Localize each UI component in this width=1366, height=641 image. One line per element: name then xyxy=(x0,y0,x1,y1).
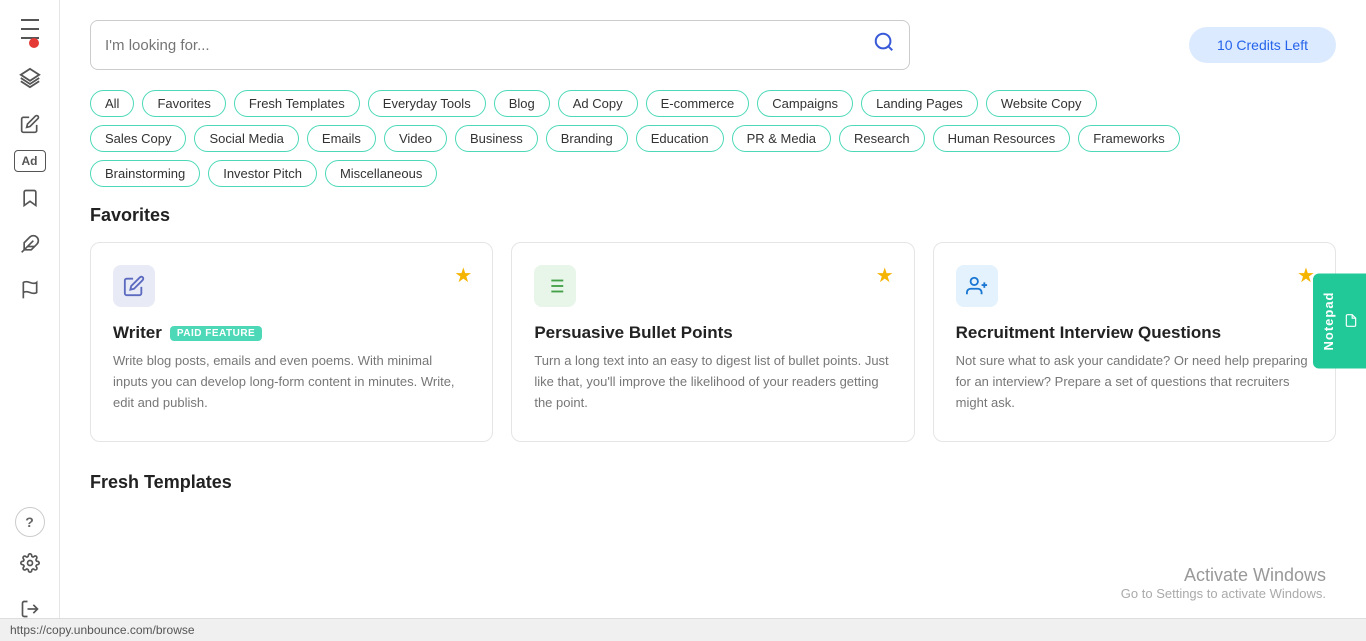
search-bar[interactable] xyxy=(90,20,910,70)
notepad-tab[interactable]: Notepad xyxy=(1313,273,1366,368)
tag-education[interactable]: Education xyxy=(636,125,724,152)
tag-investor-pitch[interactable]: Investor Pitch xyxy=(208,160,317,187)
tag-emails[interactable]: Emails xyxy=(307,125,376,152)
status-url: https://copy.unbounce.com/browse xyxy=(10,623,195,637)
tag-landing-pages[interactable]: Landing Pages xyxy=(861,90,978,117)
writer-title: Writer PAID FEATURE xyxy=(113,323,470,343)
activation-subtitle: Go to Settings to activate Windows. xyxy=(1121,586,1326,601)
tag-pr-media[interactable]: PR & Media xyxy=(732,125,831,152)
sidebar-item-layers[interactable] xyxy=(10,58,50,98)
recruitment-desc: Not sure what to ask your candidate? Or … xyxy=(956,351,1313,413)
tag-ecommerce[interactable]: E-commerce xyxy=(646,90,750,117)
tag-human-resources[interactable]: Human Resources xyxy=(933,125,1071,152)
bullet-title: Persuasive Bullet Points xyxy=(534,323,891,343)
favorites-cards: ★ Writer PAID FEATURE Write blog posts, … xyxy=(90,242,1336,442)
card-writer[interactable]: ★ Writer PAID FEATURE Write blog posts, … xyxy=(90,242,493,442)
tag-miscellaneous[interactable]: Miscellaneous xyxy=(325,160,437,187)
fresh-templates-title: Fresh Templates xyxy=(90,472,1336,493)
favorites-title: Favorites xyxy=(90,205,1336,226)
fresh-templates-section: Fresh Templates xyxy=(90,472,1336,493)
tag-ad-copy[interactable]: Ad Copy xyxy=(558,90,638,117)
tag-fresh-templates[interactable]: Fresh Templates xyxy=(234,90,360,117)
tag-blog[interactable]: Blog xyxy=(494,90,550,117)
recruitment-icon xyxy=(956,265,998,307)
tag-video[interactable]: Video xyxy=(384,125,447,152)
tag-website-copy[interactable]: Website Copy xyxy=(986,90,1097,117)
sidebar-item-edit[interactable] xyxy=(10,104,50,144)
credits-badge: 10 Credits Left xyxy=(1189,27,1336,63)
writer-star[interactable]: ★ xyxy=(454,263,472,288)
status-bar: https://copy.unbounce.com/browse xyxy=(0,618,1366,641)
tag-social-media[interactable]: Social Media xyxy=(194,125,298,152)
writer-icon xyxy=(113,265,155,307)
tag-business[interactable]: Business xyxy=(455,125,538,152)
sidebar-item-ad[interactable]: Ad xyxy=(14,150,46,172)
search-credits-row: 10 Credits Left xyxy=(90,20,1336,70)
card-persuasive-bullet-points[interactable]: ★ Persuasive Bullet Points Turn a long t… xyxy=(511,242,914,442)
sidebar: Ad ? xyxy=(0,0,60,641)
tag-all[interactable]: All xyxy=(90,90,134,117)
tag-research[interactable]: Research xyxy=(839,125,925,152)
notepad-label: Notepad xyxy=(1321,291,1336,350)
sidebar-item-settings[interactable] xyxy=(10,543,50,583)
sidebar-item-plugin[interactable] xyxy=(10,224,50,264)
sidebar-item-help[interactable]: ? xyxy=(15,507,45,537)
sidebar-item-menu[interactable] xyxy=(10,12,50,52)
bullet-star[interactable]: ★ xyxy=(876,263,894,288)
main-content: 10 Credits Left All Favorites Fresh Temp… xyxy=(60,0,1366,641)
activation-title: Activate Windows xyxy=(1121,565,1326,586)
sidebar-item-flag[interactable] xyxy=(10,270,50,310)
activation-watermark: Activate Windows Go to Settings to activ… xyxy=(1121,565,1326,601)
tags-row-2: Sales Copy Social Media Emails Video Bus… xyxy=(90,125,1336,152)
recruitment-title: Recruitment Interview Questions xyxy=(956,323,1313,343)
bullet-desc: Turn a long text into an easy to digest … xyxy=(534,351,891,413)
tag-favorites[interactable]: Favorites xyxy=(142,90,225,117)
tags-row-3: Brainstorming Investor Pitch Miscellaneo… xyxy=(90,160,1336,187)
favorites-section: Favorites ★ Writer PAID FEATURE Write bl… xyxy=(90,205,1336,442)
notepad-icon xyxy=(1344,314,1358,328)
tags-section: All Favorites Fresh Templates Everyday T… xyxy=(90,90,1336,187)
sidebar-item-bookmark[interactable] xyxy=(10,178,50,218)
search-input[interactable] xyxy=(105,37,873,54)
tags-row-1: All Favorites Fresh Templates Everyday T… xyxy=(90,90,1336,117)
bullet-points-icon xyxy=(534,265,576,307)
paid-badge: PAID FEATURE xyxy=(170,326,262,341)
tag-branding[interactable]: Branding xyxy=(546,125,628,152)
tag-everyday-tools[interactable]: Everyday Tools xyxy=(368,90,486,117)
ad-label: Ad xyxy=(22,154,38,168)
tag-brainstorming[interactable]: Brainstorming xyxy=(90,160,200,187)
writer-desc: Write blog posts, emails and even poems.… xyxy=(113,351,470,413)
tag-sales-copy[interactable]: Sales Copy xyxy=(90,125,186,152)
tag-campaigns[interactable]: Campaigns xyxy=(757,90,853,117)
card-recruitment[interactable]: ★ Recruitment Interview Questions Not su… xyxy=(933,242,1336,442)
tag-frameworks[interactable]: Frameworks xyxy=(1078,125,1180,152)
search-icon xyxy=(873,31,895,59)
